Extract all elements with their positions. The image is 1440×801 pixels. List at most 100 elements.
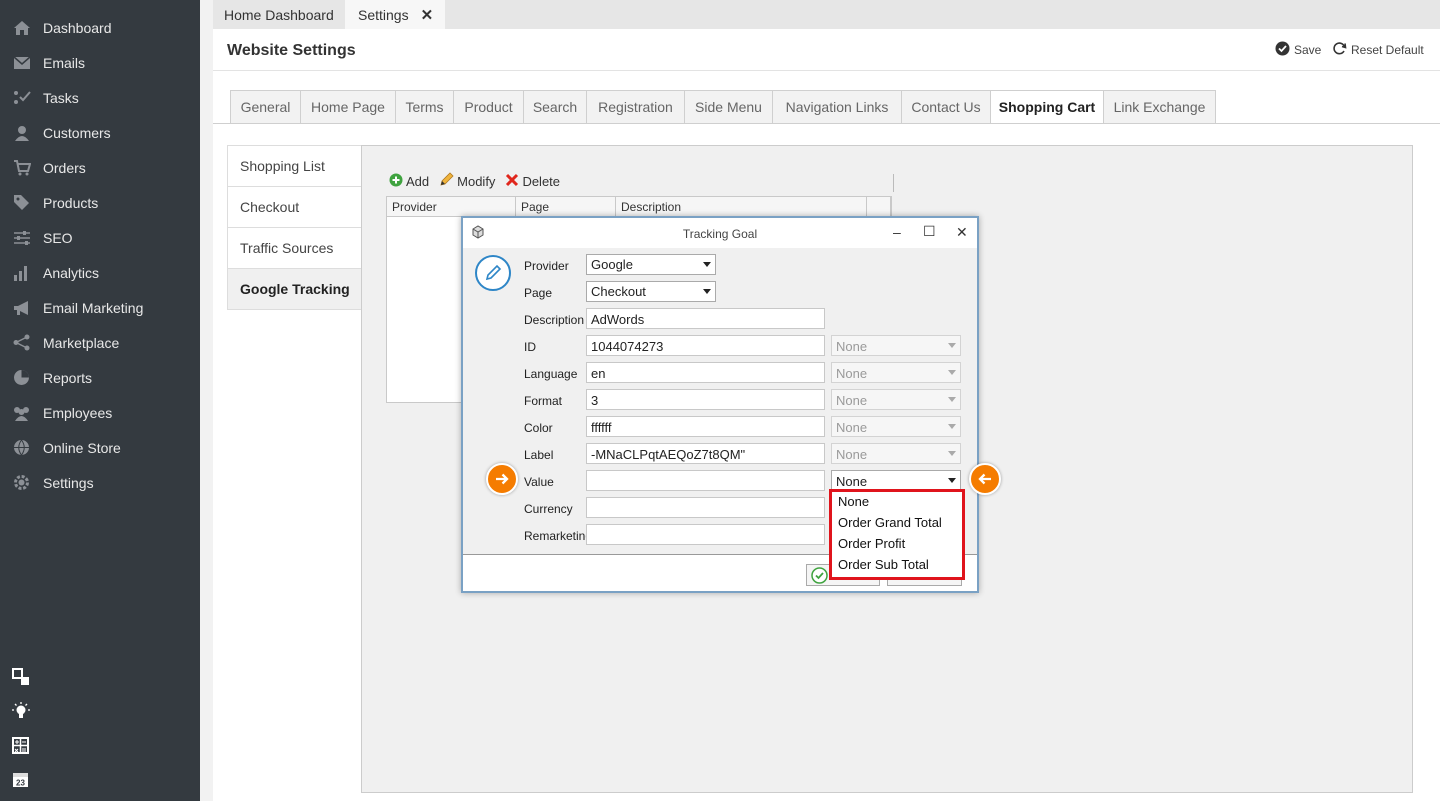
nav-emails[interactable]: Emails [0,45,200,80]
id-option-select: None [831,335,961,356]
nav-reports[interactable]: Reports [0,360,200,395]
bar-chart-icon [12,263,31,282]
chevron-down-icon [703,262,711,267]
format-label: Format [524,394,563,408]
tab-contact-us[interactable]: Contact Us [901,90,990,124]
divider [213,70,1440,71]
tab-search[interactable]: Search [523,90,586,124]
add-button[interactable]: Add [389,172,429,190]
option-value: None [836,420,868,435]
tab-general[interactable]: General [230,90,300,124]
dropdown-option[interactable]: None [832,492,962,513]
tab-navigation-links[interactable]: Navigation Links [772,90,901,124]
reset-default-button[interactable]: Reset Default [1332,41,1424,59]
nav-online-store[interactable]: Online Store [0,430,200,465]
calculator-icon[interactable] [12,737,30,755]
tab-side-menu[interactable]: Side Menu [684,90,772,124]
sliders-icon [12,228,31,247]
chevron-down-icon [948,451,956,456]
nav-seo[interactable]: SEO [0,220,200,255]
dropdown-option[interactable]: Order Sub Total [832,555,962,576]
subnav-google-tracking[interactable]: Google Tracking [228,269,361,310]
nav-marketplace[interactable]: Marketplace [0,325,200,360]
language-label: Language [524,367,578,381]
grid-header: Provider Page Description [387,197,891,217]
tab-terms[interactable]: Terms [395,90,453,124]
tab-product[interactable]: Product [453,90,523,124]
description-field[interactable]: AdWords [586,308,825,329]
gear-icon [12,473,31,492]
save-button[interactable]: Save [1275,41,1321,59]
column-header[interactable]: Description [616,197,867,216]
pie-chart-icon [12,368,31,387]
nav-label: Tasks [43,89,79,106]
page-value: Checkout [591,284,646,299]
subnav: Shopping List Checkout Traffic Sources G… [227,145,362,310]
nav-customers[interactable]: Customers [0,115,200,150]
value-option-select[interactable]: None [831,470,961,491]
tab-label: Settings [358,6,409,23]
tab-settings[interactable]: Settings ✕ [345,0,445,29]
tab-shopping-cart[interactable]: Shopping Cart [990,90,1103,124]
lightbulb-icon[interactable] [12,702,30,720]
nav-dashboard[interactable]: Dashboard [0,10,200,45]
format-option-select: None [831,389,961,410]
color-field[interactable]: ffffff [586,416,825,437]
delete-label: Delete [522,173,561,189]
nav-settings[interactable]: Settings [0,465,200,500]
value-field[interactable] [586,470,825,491]
pencil-icon [439,172,454,190]
nav-analytics[interactable]: Analytics [0,255,200,290]
tab-link-exchange[interactable]: Link Exchange [1103,90,1216,124]
edit-icon [475,255,511,291]
home-icon [12,18,31,37]
subnav-shopping-list[interactable]: Shopping List [228,146,361,187]
tab-registration[interactable]: Registration [586,90,684,124]
remarketing-field[interactable] [586,524,825,545]
nav-employees[interactable]: Employees [0,395,200,430]
column-header[interactable] [867,197,891,216]
minimize-icon[interactable]: – [893,224,901,240]
label-option-select: None [831,443,961,464]
currency-field[interactable] [586,497,825,518]
check-circle-icon [1275,41,1290,59]
windows-icon[interactable] [12,668,30,686]
nav-tasks[interactable]: Tasks [0,80,200,115]
nav-label: Emails [43,54,86,71]
provider-select[interactable]: Google [586,254,716,275]
dropdown-option[interactable]: Order Grand Total [832,513,962,534]
format-field[interactable]: 3 [586,389,825,410]
add-label: Add [406,173,430,189]
tab-home-page[interactable]: Home Page [300,90,395,124]
delete-button[interactable]: Delete [505,172,560,190]
nav-label: Customers [43,124,111,141]
subnav-traffic-sources[interactable]: Traffic Sources [228,228,361,269]
close-icon[interactable]: ✕ [421,6,434,24]
page-select[interactable]: Checkout [586,281,716,302]
check-circle-icon [811,567,828,589]
nav-products[interactable]: Products [0,185,200,220]
label-field[interactable]: -MNaCLPqtAEQoZ7t8QM" [586,443,825,464]
globe-icon [12,438,31,457]
tab-home-dashboard[interactable]: Home Dashboard [213,0,343,29]
nav-label: Reports [43,369,93,386]
column-header[interactable]: Page [516,197,616,216]
cart-icon [12,158,31,177]
nav-email-marketing[interactable]: Email Marketing [0,290,200,325]
document-tabstrip: Home Dashboard Settings ✕ [213,0,1440,29]
calendar-icon[interactable]: 23 [12,771,30,789]
nav-label: Settings [43,474,94,491]
column-header[interactable]: Provider [387,197,516,216]
dropdown-option[interactable]: Order Profit [832,534,962,555]
close-icon[interactable]: ✕ [956,224,968,241]
refresh-icon [1332,41,1347,59]
id-field[interactable]: 1044074273 [586,335,825,356]
modify-button[interactable]: Modify [439,172,495,190]
tasks-icon [12,88,31,107]
nav-label: Online Store [43,439,121,456]
nav-orders[interactable]: Orders [0,150,200,185]
maximize-icon[interactable]: ☐ [923,223,936,240]
language-field[interactable]: en [586,362,825,383]
subnav-checkout[interactable]: Checkout [228,187,361,228]
delete-icon [505,173,519,190]
